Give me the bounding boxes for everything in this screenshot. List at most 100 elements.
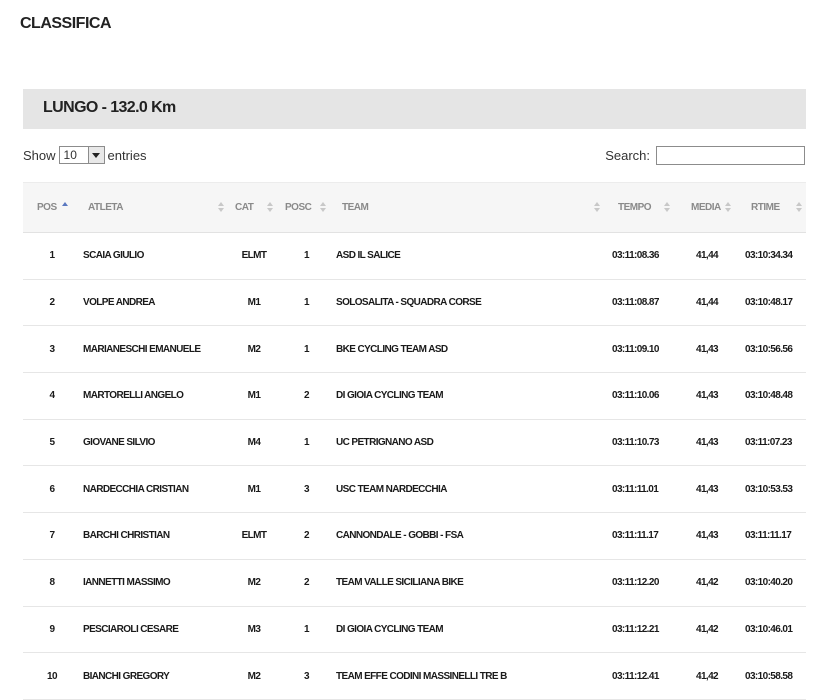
cell-pos: 4: [49, 390, 56, 402]
cell-posc: 1: [304, 297, 310, 309]
cell-atleta: VOLPE ANDREA: [83, 297, 155, 309]
cell-cat: M1: [247, 297, 261, 309]
column-header-team[interactable]: TEAM: [334, 182, 606, 233]
race-header: LUNGO - 132.0 Km: [23, 89, 806, 129]
page-size-select[interactable]: 10: [58, 146, 105, 164]
sort-icon: [796, 202, 802, 213]
column-header-tempo[interactable]: TEMPO: [606, 182, 679, 233]
cell-rtime: 03:10:48.48: [745, 390, 793, 402]
column-header-rtime[interactable]: RTIME: [735, 182, 806, 233]
table-row[interactable]: 8 IANNETTI MASSIMO M2 2 TEAM VALLE SICILIANA…: [23, 559, 806, 606]
cell-atleta: BARCHI CHRISTIAN: [83, 530, 170, 542]
cell-team: DI GIOIA CYCLING TEAM: [336, 390, 444, 402]
cell-posc: 3: [304, 483, 310, 495]
cell-pos: 2: [49, 297, 56, 309]
cell-rtime: 03:10:34.34: [745, 250, 793, 262]
cell-team: ASD IL SALICE: [336, 250, 401, 262]
column-label: RTIME: [751, 202, 780, 213]
cell-tempo: 03:11:10.73: [612, 437, 659, 449]
table-row[interactable]: 5 GIOVANE SILVIO M4 1 UC PETRIGNANO ASD 03:11…: [23, 419, 806, 466]
cell-cat: M1: [247, 390, 261, 402]
table-row[interactable]: 4 MARTORELLI ANGELO M1 2 DI GIOIA CYCLING TE…: [23, 373, 806, 420]
cell-tempo: 03:11:08.87: [612, 297, 659, 309]
cell-media: 41,44: [695, 297, 719, 309]
cell-pos: 9: [49, 623, 56, 635]
cell-cat: M2: [247, 577, 261, 589]
cell-media: 41,42: [695, 623, 719, 635]
column-header-pos[interactable]: POS: [23, 182, 81, 233]
cell-atleta: IANNETTI MASSIMO: [83, 577, 171, 589]
cell-pos: 1: [49, 250, 56, 262]
table-row[interactable]: 10 BIANCHI GREGORY M2 3 TEAM EFFE CODINI MAS…: [23, 653, 806, 700]
results-table: POS ATLETA CAT POSC TEAM TEMPO MEDIA RTI…: [23, 182, 806, 700]
cell-tempo: 03:11:12.41: [612, 670, 659, 682]
cell-cat: M2: [247, 343, 261, 355]
cell-atleta: GIOVANE SILVIO: [83, 437, 155, 449]
page-size-value: 10: [63, 148, 77, 162]
table-header-row: POS ATLETA CAT POSC TEAM TEMPO MEDIA RTI…: [23, 182, 806, 233]
sort-icon: [725, 202, 731, 213]
sort-icon: [267, 202, 273, 213]
cell-media: 41,42: [695, 670, 719, 682]
cell-rtime: 03:11:11.17: [745, 530, 792, 542]
column-header-posc[interactable]: POSC: [279, 182, 334, 233]
cell-team: TEAM EFFE CODINI MASSINELLI TRE B: [336, 670, 507, 682]
cell-posc: 2: [304, 390, 310, 402]
sort-ascending-icon: [62, 202, 68, 213]
results-body: 1 SCAIA GIULIO ELMT 1 ASD IL SALICE 03:11:08.…: [23, 233, 806, 700]
cell-team: TEAM VALLE SICILIANA BIKE: [336, 577, 464, 589]
sort-icon: [320, 202, 326, 213]
cell-posc: 1: [304, 623, 310, 635]
cell-posc: 1: [304, 343, 310, 355]
table-row[interactable]: 3 MARIANESCHI EMANUELE M2 1 BKE CYCLING TEAM…: [23, 326, 806, 373]
search-control: Search:: [605, 145, 805, 165]
table-row[interactable]: 1 SCAIA GIULIO ELMT 1 ASD IL SALICE 03:11:08.…: [23, 233, 806, 280]
cell-tempo: 03:11:10.06: [612, 390, 659, 402]
cell-tempo: 03:11:11.01: [612, 483, 659, 495]
table-row[interactable]: 2 VOLPE ANDREA M1 1 SOLOSALITA - SQUADRA COR…: [23, 279, 806, 326]
cell-team: SOLOSALITA - SQUADRA CORSE: [336, 297, 482, 309]
column-label: POSC: [285, 202, 312, 213]
cell-posc: 3: [304, 670, 310, 682]
page-title: CLASSIFICA: [20, 15, 112, 32]
column-label: CAT: [235, 202, 254, 213]
cell-rtime: 03:10:53.53: [745, 483, 793, 495]
cell-posc: 1: [304, 437, 310, 449]
search-input[interactable]: [656, 145, 805, 165]
table-row[interactable]: 9 PESCIAROLI CESARE M3 1 DI GIOIA CYCLING TE…: [23, 606, 806, 653]
chevron-down-icon[interactable]: [87, 147, 104, 163]
column-label: MEDIA: [691, 202, 721, 213]
column-header-cat[interactable]: CAT: [229, 182, 279, 233]
cell-cat: M2: [247, 670, 261, 682]
cell-media: 41,43: [695, 343, 719, 355]
column-header-atleta[interactable]: ATLETA: [81, 182, 229, 233]
column-label: POS: [37, 202, 57, 213]
table-row[interactable]: 6 NARDECCHIA CRISTIAN M1 3 USC TEAM NARDECCH…: [23, 466, 806, 513]
cell-atleta: MARTORELLI ANGELO: [83, 390, 184, 402]
cell-tempo: 03:11:12.20: [612, 577, 659, 589]
cell-media: 41,42: [695, 577, 719, 589]
show-label: Show: [23, 147, 56, 163]
cell-pos: 5: [49, 437, 56, 449]
cell-rtime: 03:10:46.01: [745, 623, 793, 635]
cell-rtime: 03:10:48.17: [745, 297, 793, 309]
cell-pos: 10: [47, 670, 58, 682]
cell-atleta: MARIANESCHI EMANUELE: [83, 343, 201, 355]
column-label: TEAM: [342, 202, 369, 213]
cell-pos: 3: [49, 343, 56, 355]
cell-media: 41,43: [695, 390, 719, 402]
cell-atleta: PESCIAROLI CESARE: [83, 623, 179, 635]
column-label: ATLETA: [88, 202, 123, 213]
cell-tempo: 03:11:11.17: [612, 530, 659, 542]
cell-cat: ELMT: [241, 250, 267, 262]
table-row[interactable]: 7 BARCHI CHRISTIAN ELMT 2 CANNONDALE - GOBBI…: [23, 513, 806, 560]
cell-cat: M4: [247, 437, 261, 449]
sort-icon: [664, 202, 670, 213]
column-label: TEMPO: [618, 202, 652, 213]
column-header-media[interactable]: MEDIA: [679, 182, 735, 233]
cell-pos: 8: [49, 577, 56, 589]
cell-media: 41,43: [695, 437, 719, 449]
cell-rtime: 03:10:58.58: [745, 670, 793, 682]
race-title: LUNGO - 132.0 Km: [43, 99, 176, 116]
cell-team: UC PETRIGNANO ASD: [336, 437, 434, 449]
